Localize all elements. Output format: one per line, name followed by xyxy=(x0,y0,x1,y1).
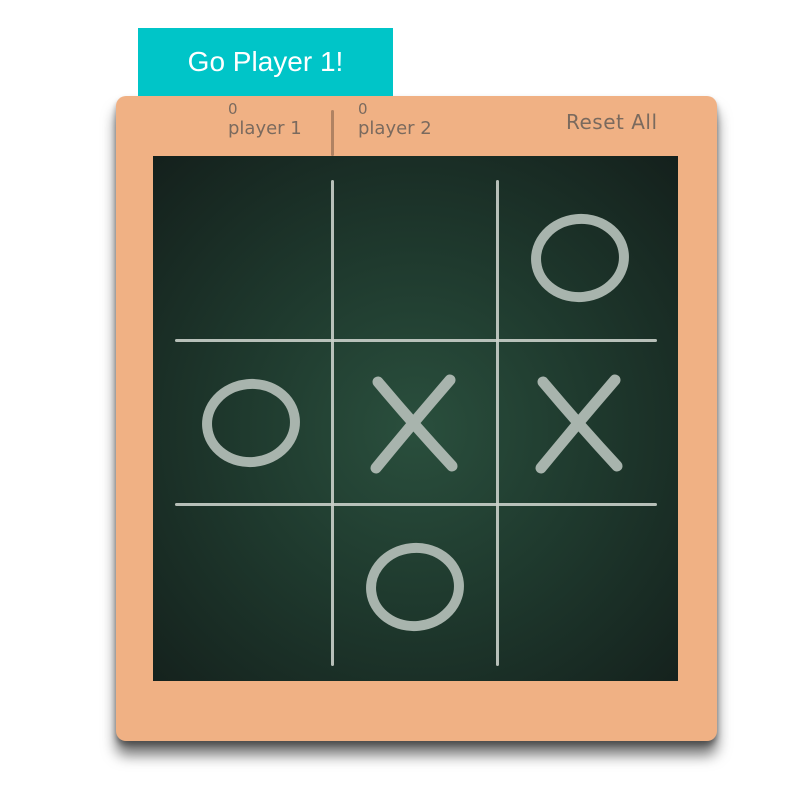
board-frame: 0 player 1 0 player 2 Reset All xyxy=(116,96,717,741)
player2-label: player 2 xyxy=(358,118,432,139)
grid-line-vertical-1 xyxy=(331,180,334,666)
grid-line-vertical-2 xyxy=(496,180,499,666)
board-cell-4[interactable] xyxy=(171,343,331,503)
board-cell-2[interactable] xyxy=(335,178,495,338)
board-cell-3[interactable] xyxy=(500,178,660,338)
player1-score: 0 player 1 xyxy=(228,102,302,138)
player2-score-count: 0 xyxy=(358,100,368,118)
board-cell-1[interactable] xyxy=(171,178,331,338)
score-divider xyxy=(331,110,334,156)
player2-score: 0 player 2 xyxy=(358,102,432,138)
board-cell-5[interactable] xyxy=(335,343,495,503)
x-mark xyxy=(535,374,623,474)
o-mark xyxy=(202,378,300,468)
x-mark xyxy=(370,374,458,474)
board-cell-9[interactable] xyxy=(500,507,660,667)
player1-score-count: 0 xyxy=(228,100,238,118)
board-cell-7[interactable] xyxy=(171,507,331,667)
turn-banner-text: Go Player 1! xyxy=(187,46,344,77)
grid-line-horizontal-1 xyxy=(175,339,657,342)
board-cell-6[interactable] xyxy=(500,343,660,503)
o-mark xyxy=(531,213,629,303)
reset-all-button[interactable]: Reset All xyxy=(566,110,658,134)
game-board xyxy=(153,156,678,681)
board-cell-8[interactable] xyxy=(335,507,495,667)
turn-banner: Go Player 1! xyxy=(138,28,393,96)
player1-label: player 1 xyxy=(228,118,302,139)
game-page: Go Player 1! 0 player 1 0 player 2 Reset… xyxy=(0,0,804,795)
o-mark xyxy=(366,542,464,632)
grid-line-horizontal-2 xyxy=(175,503,657,506)
